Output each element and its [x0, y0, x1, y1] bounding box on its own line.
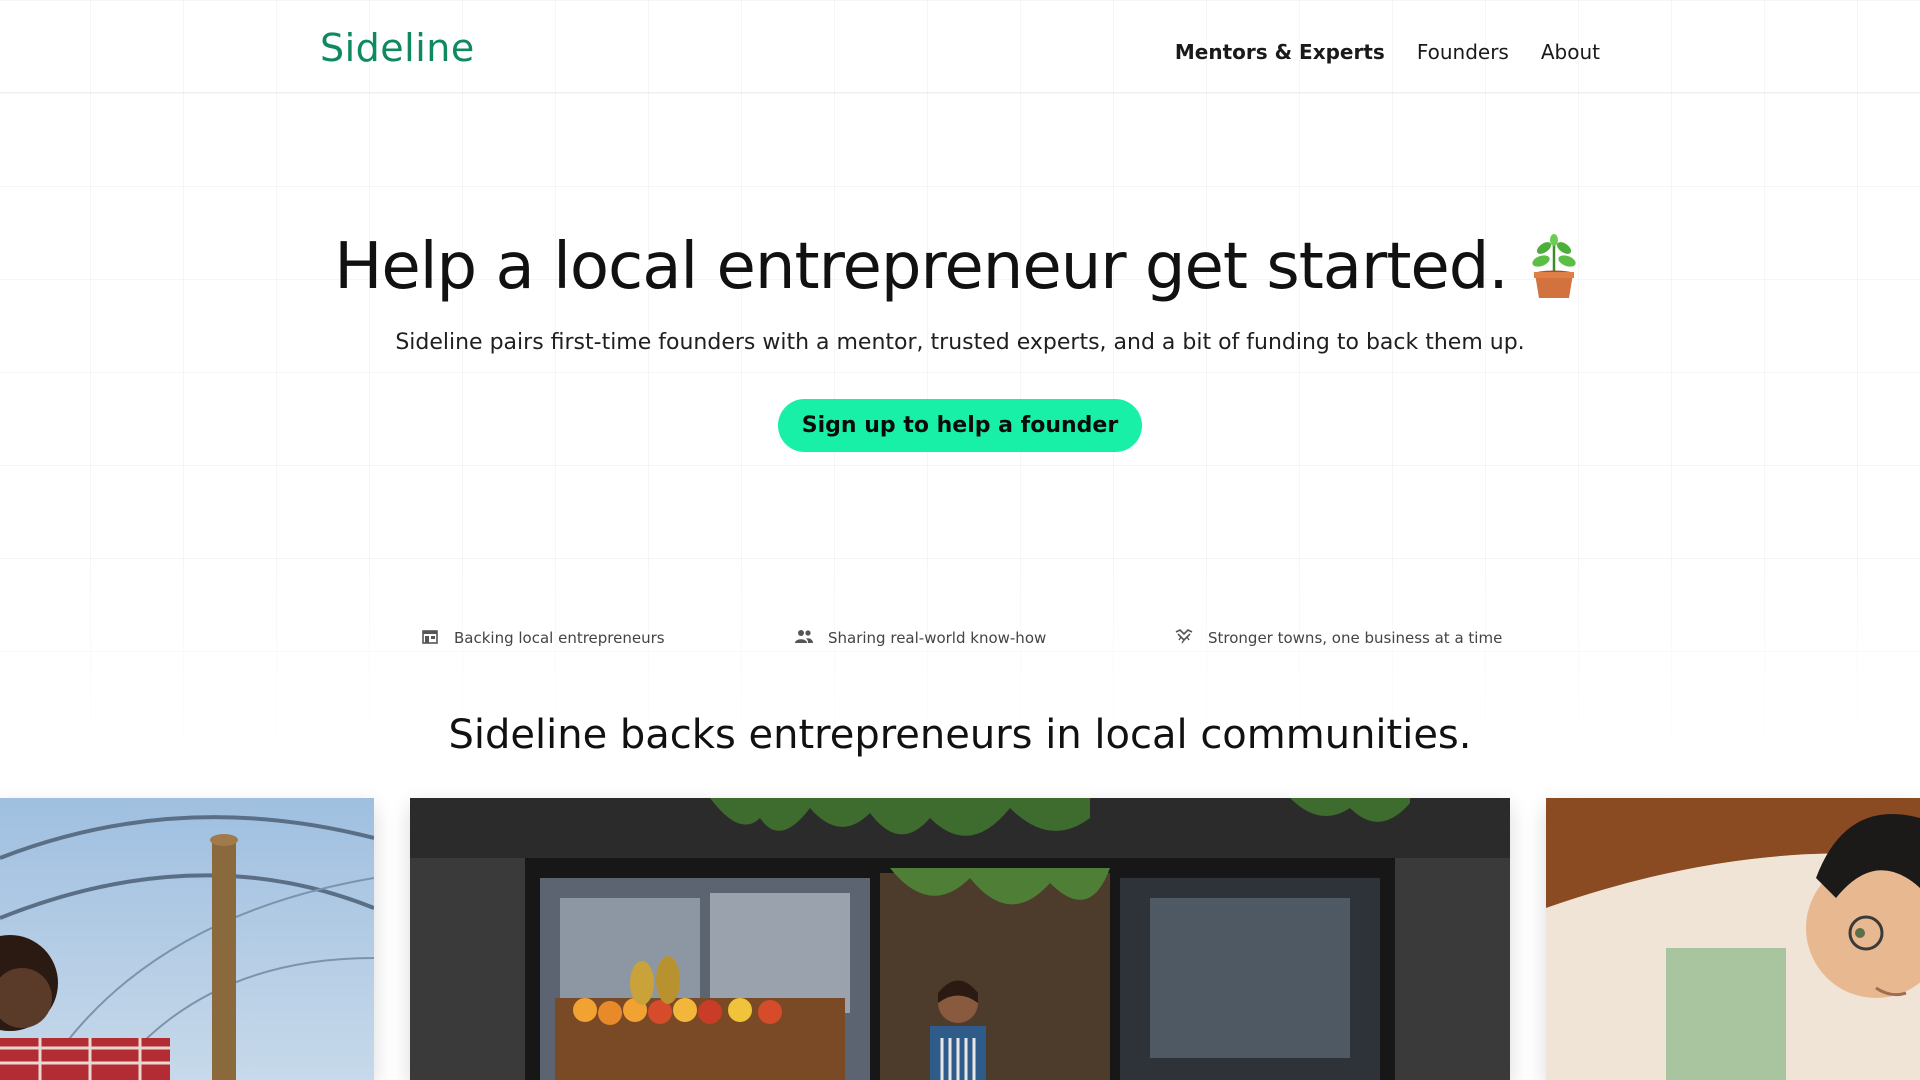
- feature-label: Sharing real-world know-how: [828, 629, 1047, 647]
- photo-gallery: [0, 798, 1920, 1080]
- hero: Help a local entrepreneur get started. S…: [0, 230, 1920, 452]
- hero-title-text: Help a local entrepreneur get started.: [334, 230, 1508, 304]
- photo-greenhouse-farmer[interactable]: [0, 798, 374, 1080]
- people-icon: [794, 626, 814, 650]
- feature-item: Stronger towns, one business at a time: [1174, 626, 1502, 650]
- feature-item: Sharing real-world know-how: [794, 626, 1046, 650]
- feature-item: Backing local entrepreneurs: [420, 626, 665, 650]
- photo-man-with-glasses[interactable]: [1546, 798, 1920, 1080]
- section-title: Sideline backs entrepreneurs in local co…: [448, 712, 1472, 758]
- photo-grocery-shop-owner[interactable]: [410, 798, 1510, 1080]
- hero-title: Help a local entrepreneur get started.: [334, 230, 1586, 304]
- potted-plant-icon: [1522, 234, 1586, 300]
- handshake-icon: [1174, 626, 1194, 650]
- feature-label: Backing local entrepreneurs: [454, 629, 665, 647]
- storefront-icon: [420, 626, 440, 650]
- feature-list: Backing local entrepreneurs Sharing real…: [0, 626, 1920, 650]
- main-nav: Mentors & Experts Founders About: [1175, 40, 1600, 64]
- logo[interactable]: Sideline: [320, 26, 475, 70]
- nav-about[interactable]: About: [1541, 40, 1600, 64]
- feature-label: Stronger towns, one business at a time: [1208, 629, 1503, 647]
- hero-subtitle: Sideline pairs first-time founders with …: [395, 330, 1525, 355]
- nav-mentors-experts[interactable]: Mentors & Experts: [1175, 40, 1385, 64]
- page: Sideline Mentors & Experts Founders Abou…: [0, 0, 1920, 1080]
- sign-up-button[interactable]: Sign up to help a founder: [777, 399, 1143, 452]
- nav-founders[interactable]: Founders: [1417, 40, 1509, 64]
- site-header: Sideline Mentors & Experts Founders Abou…: [0, 0, 1920, 93]
